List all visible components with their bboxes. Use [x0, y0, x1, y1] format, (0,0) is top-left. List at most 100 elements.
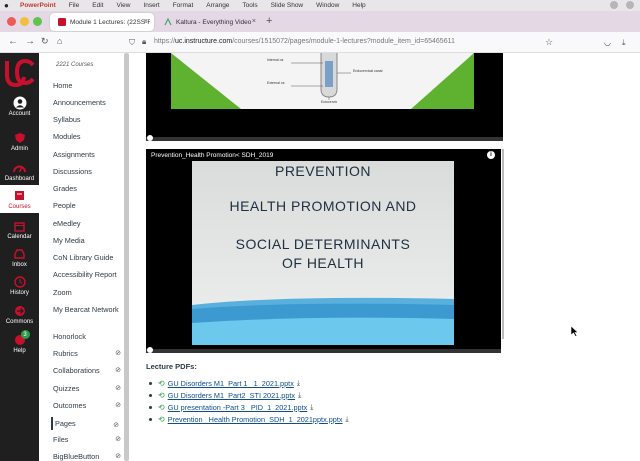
- global-nav-label: Commons: [5, 319, 34, 325]
- video-1-progress-bar[interactable]: [146, 137, 503, 141]
- course-nav-my-media[interactable]: My Media: [53, 236, 123, 245]
- course-nav-emedley[interactable]: eMedley: [53, 219, 123, 228]
- global-nav-history[interactable]: History: [0, 275, 39, 296]
- course-nav-outcomes[interactable]: Outcomes ⊘: [53, 401, 123, 410]
- download-file-icon[interactable]: ⤓: [346, 416, 349, 424]
- menu-file[interactable]: File: [69, 2, 79, 9]
- reload-icon[interactable]: ↻: [41, 36, 49, 47]
- course-nav-syllabus[interactable]: Syllabus: [53, 115, 123, 124]
- course-nav-assignments[interactable]: Assignments: [53, 150, 123, 159]
- global-nav-inbox[interactable]: Inbox: [0, 247, 39, 268]
- lock-icon[interactable]: 🔒︎: [142, 37, 146, 47]
- global-nav-account[interactable]: Account: [0, 96, 39, 117]
- video-2-progress-bar[interactable]: [146, 349, 501, 353]
- course-nav-collaborations[interactable]: Collaborations ⊘: [53, 366, 123, 375]
- sync-icon: ⟲: [158, 391, 165, 400]
- home-icon[interactable]: ⌂: [57, 36, 62, 46]
- global-nav-label: Help: [13, 348, 26, 354]
- video-player-2[interactable]: Prevention_Health Promotion< SDH_2019 i …: [146, 149, 501, 353]
- course-nav-honorlock[interactable]: Honorlock: [53, 332, 123, 341]
- course-nav-quizzes[interactable]: Quizzes ⊘: [53, 384, 123, 393]
- course-nav-grades[interactable]: Grades: [53, 184, 123, 193]
- pdf-link-part1[interactable]: GU Disorders M1_Part 1_ 1_2021.pptx: [168, 379, 294, 388]
- shield-icon[interactable]: ⛉: [129, 38, 135, 48]
- video-2-scrubber[interactable]: [147, 347, 153, 353]
- course-nav-bigbluebutton[interactable]: BigBlueButton ⊘: [53, 452, 123, 461]
- minimize-window-button[interactable]: [20, 17, 29, 26]
- hidden-eye-icon: ⊘: [115, 367, 121, 374]
- download-icon[interactable]: ⤓: [622, 38, 626, 48]
- status-icon-2[interactable]: [626, 1, 634, 9]
- back-icon[interactable]: ←: [8, 36, 18, 47]
- menu-view[interactable]: View: [116, 2, 130, 9]
- menu-arrange[interactable]: Arrange: [206, 2, 229, 9]
- menu-format[interactable]: Format: [173, 2, 194, 9]
- pdf-link-part3-pid[interactable]: GU presentation -Part 3_ PID_1_2021.pptx: [168, 403, 308, 412]
- menu-edit[interactable]: Edit: [92, 2, 103, 9]
- global-nav-dashboard[interactable]: Dashboard: [0, 161, 39, 182]
- sync-icon: ⟲: [158, 415, 165, 424]
- close-tab-icon[interactable]: ×: [252, 18, 256, 25]
- pocket-icon[interactable]: ◡: [604, 38, 611, 47]
- course-navigation: 2221 Courses Home Announcements Syllabus…: [39, 53, 124, 461]
- avatar-icon: [13, 96, 27, 110]
- hidden-eye-icon: ⊘: [115, 385, 121, 392]
- pdf-list-item: ⟲ GU presentation -Part 3_ PID_1_2021.pp…: [149, 403, 313, 412]
- course-nav-zoom[interactable]: Zoom: [53, 288, 123, 297]
- course-nav-people[interactable]: People: [53, 201, 123, 210]
- global-nav-help[interactable]: 3 Help: [0, 330, 39, 354]
- global-nav-courses[interactable]: Courses: [0, 185, 39, 213]
- download-file-icon[interactable]: ⤓: [298, 392, 301, 400]
- bookmark-star-icon[interactable]: ☆: [545, 37, 553, 48]
- url-field[interactable]: https://uc.instructure.com/courses/15150…: [154, 38, 455, 45]
- download-file-icon[interactable]: ⤓: [310, 404, 313, 412]
- hidden-eye-icon: ⊘: [115, 453, 121, 460]
- download-file-icon[interactable]: ⤓: [297, 380, 300, 388]
- dashboard-icon: [13, 161, 27, 175]
- close-tab-icon[interactable]: ×: [144, 18, 148, 25]
- slide-wave-decoration: [192, 297, 454, 345]
- course-nav-rubrics[interactable]: Rubrics ⊘: [53, 349, 123, 358]
- course-nav-pages[interactable]: Pages ⊘: [51, 417, 121, 430]
- menu-help[interactable]: Help: [352, 2, 365, 9]
- tab-kaltura[interactable]: Kaltura - Everything Video ×: [156, 13, 262, 31]
- course-nav-home[interactable]: Home: [53, 81, 123, 90]
- course-nav-announcements[interactable]: Announcements: [53, 98, 123, 107]
- tab-module-1-lectures[interactable]: Module 1 Lectures: (22SS-Full) ×: [50, 13, 154, 31]
- course-nav-my-bearcat-network[interactable]: My Bearcat Network: [53, 305, 123, 314]
- video-info-icon[interactable]: i: [487, 151, 495, 159]
- close-window-button[interactable]: [7, 17, 16, 26]
- global-nav-label: History: [10, 290, 29, 296]
- course-nav-modules[interactable]: Modules: [53, 132, 123, 141]
- menu-window[interactable]: Window: [316, 2, 339, 9]
- canvas-favicon-icon: [58, 18, 66, 26]
- global-nav-admin[interactable]: Admin: [0, 131, 39, 152]
- uc-logo[interactable]: [0, 53, 39, 93]
- status-icon-1[interactable]: [610, 1, 618, 9]
- apple-icon[interactable]: ●: [4, 1, 14, 11]
- hidden-eye-icon: ⊘: [115, 436, 121, 443]
- menu-tools[interactable]: Tools: [242, 2, 257, 9]
- calendar-icon: [13, 219, 27, 233]
- new-tab-icon[interactable]: +: [266, 15, 272, 27]
- video-1-scrubber[interactable]: [147, 135, 153, 141]
- zoom-window-button[interactable]: [33, 17, 42, 26]
- pdf-link-prevention-sdh[interactable]: Prevention_ Health Promotion_SDH_1_2021p…: [168, 415, 343, 424]
- course-nav-files[interactable]: Files ⊘: [53, 435, 123, 444]
- course-nav-con-library-guide[interactable]: CoN Library Guide: [53, 253, 123, 262]
- course-nav-discussions[interactable]: Discussions: [53, 167, 123, 176]
- forward-icon[interactable]: →: [25, 36, 35, 47]
- course-nav-accessibility-report[interactable]: Accessibility Report: [53, 270, 123, 279]
- tab-title: Module 1 Lectures: (22SS-Full): [70, 18, 150, 26]
- global-nav-calendar[interactable]: Calendar: [0, 219, 39, 240]
- course-nav-label: Pages: [55, 419, 76, 428]
- menu-app-name[interactable]: PowerPoint: [20, 2, 56, 9]
- global-nav-label: Dashboard: [4, 176, 35, 182]
- video-2-title: Prevention_Health Promotion< SDH_2019: [151, 152, 274, 159]
- menu-slide-show[interactable]: Slide Show: [271, 2, 304, 9]
- global-nav-commons[interactable]: Commons: [0, 304, 39, 325]
- menu-insert[interactable]: Insert: [143, 2, 159, 9]
- video-player-1[interactable]: Internal os Endocervical canal External …: [146, 53, 503, 141]
- pdf-link-part2-sti[interactable]: GU Disorders M1_Part2_STI 2021.pptx: [168, 391, 295, 400]
- slide-line-2: HEALTH PROMOTION AND: [229, 198, 417, 214]
